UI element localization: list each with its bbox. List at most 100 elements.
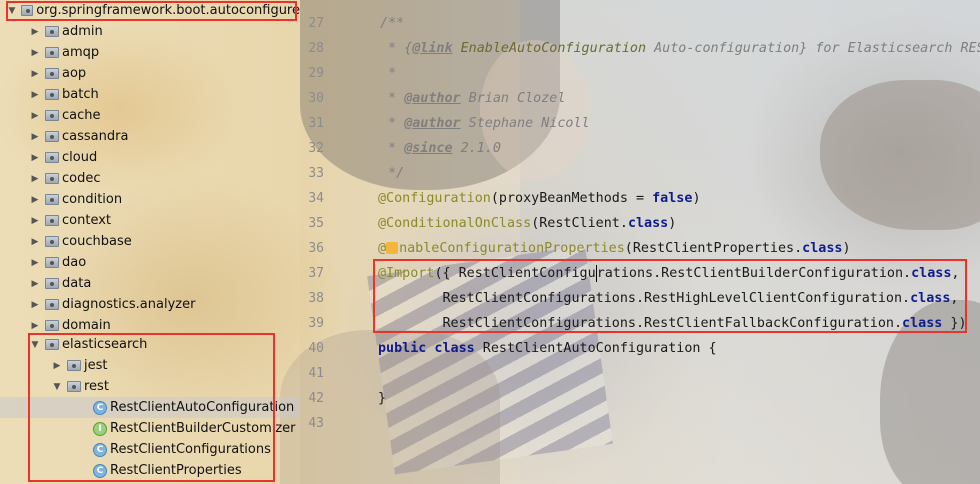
code-editor[interactable]: 27 28 29 30 31 32 33 34 35 36 37 38 39 40 41 42 43 /** *… [300,0,980,484]
interface-icon: I [93,421,107,436]
tree-package-item[interactable]: ▶ codec [0,168,300,189]
code-line: } [378,391,387,406]
tree-item-label: cache [62,108,101,123]
line-number: 33 [308,166,324,181]
chevron-right-icon[interactable]: ▶ [29,110,41,122]
package-icon [21,5,34,16]
package-icon [45,278,59,289]
tree-package-item[interactable]: ▶ condition [0,189,300,210]
tree-package-item[interactable]: ▶ dao [0,252,300,273]
tree-class-item[interactable]: I RestClientBuilderCustomizer [0,418,300,439]
line-number: 31 [308,116,324,131]
tree-item-label: data [62,276,92,291]
tree-item-label: rest [84,379,109,394]
chevron-right-icon[interactable]: ▶ [29,173,41,185]
tree-item-label: RestClientProperties [110,463,242,478]
tree-item-label: org.springframework.boot.autoconfigure [36,3,300,18]
code-line: * {@link EnableAutoConfiguration Auto-co… [380,41,980,56]
line-number: 38 [308,291,324,306]
tree-package-elasticsearch[interactable]: ▼ elasticsearch [0,334,300,355]
code-line: * @since 2.1.0 [380,141,501,156]
tree-item-label: batch [62,87,99,102]
chevron-right-icon[interactable]: ▶ [29,152,41,164]
chevron-right-icon[interactable]: ▶ [29,26,41,38]
line-number: 41 [308,366,324,381]
tree-package-item[interactable]: ▶ diagnostics.analyzer [0,294,300,315]
tree-item-label: RestClientConfigurations [110,442,271,457]
line-number: 32 [308,141,324,156]
package-icon [67,360,81,371]
tree-package-item[interactable]: ▶ cloud [0,147,300,168]
chevron-down-icon[interactable]: ▼ [7,5,17,17]
line-number: 40 [308,341,324,356]
code-line: /** [380,16,405,31]
package-icon [45,110,59,121]
tree-item-label: condition [62,192,123,207]
tree-item-label: jest [84,358,108,373]
tree-package-item[interactable]: ▶ couchbase [0,231,300,252]
chevron-right-icon[interactable]: ▶ [29,131,41,143]
tree-class-item[interactable]: C RestClientAutoConfiguration [0,397,300,418]
chevron-right-icon[interactable]: ▶ [51,360,63,372]
line-number: 37 [308,266,324,281]
chevron-down-icon[interactable]: ▼ [51,381,63,393]
tree-item-label: context [62,213,111,228]
tree-package-item[interactable]: ▶ cassandra [0,126,300,147]
line-number: 28 [308,41,324,56]
tree-item-label: codec [62,171,101,186]
chevron-right-icon[interactable]: ▶ [29,194,41,206]
bulb-icon[interactable] [386,242,399,254]
package-icon [45,320,59,331]
tree-item-label: amqp [62,45,100,60]
tree-package-item[interactable]: ▶ aop [0,63,300,84]
tree-package-item[interactable]: ▶ batch [0,84,300,105]
line-number: 42 [308,391,324,406]
project-tree: ▼ org.springframework.boot.autoconfigure… [0,0,300,484]
chevron-right-icon[interactable]: ▶ [29,236,41,248]
code-line: * @author Stephane Nicoll [380,116,590,131]
tree-class-item[interactable]: C RestClientProperties [0,460,300,481]
chevron-right-icon[interactable]: ▶ [29,68,41,80]
tree-package-item[interactable]: ▶ admin [0,21,300,42]
line-number: 36 [308,241,324,256]
package-icon [45,47,59,58]
tree-package-item[interactable]: ▶ data [0,273,300,294]
package-icon [45,215,59,226]
package-icon [67,381,81,392]
chevron-right-icon[interactable]: ▶ [29,215,41,227]
package-icon [45,173,59,184]
chevron-right-icon[interactable]: ▶ [29,299,41,311]
tree-package-item[interactable]: ▶ context [0,210,300,231]
chevron-right-icon[interactable]: ▶ [29,47,41,59]
chevron-right-icon[interactable]: ▶ [29,89,41,101]
tree-root-package[interactable]: ▼ org.springframework.boot.autoconfigure [0,0,300,21]
code-line: */ [380,166,405,181]
code-line: @Configuration(proxyBeanMethods = false) [378,191,701,206]
class-icon: C [93,442,107,457]
chevron-right-icon[interactable]: ▶ [29,320,41,332]
code-line: * @author Brian Clozel [380,91,566,106]
tree-item-label: dao [62,255,87,270]
chevron-right-icon[interactable]: ▶ [29,257,41,269]
line-number: 27 [308,16,324,31]
tree-package-item[interactable]: ▶ domain [0,315,300,336]
tree-item-label: cloud [62,150,98,165]
code-line: public class RestClientAutoConfiguration… [378,341,717,356]
package-icon [45,339,59,350]
package-icon [45,299,59,310]
line-number: 35 [308,216,324,231]
code-line: @ nableConfigurationProperties(RestClient… [378,241,851,256]
tree-package-jest[interactable]: ▶ jest [0,355,300,376]
tree-class-item[interactable]: C RestClientConfigurations [0,439,300,460]
chevron-right-icon[interactable]: ▶ [29,278,41,290]
chevron-down-icon[interactable]: ▼ [29,339,41,351]
tree-package-item[interactable]: ▶ cache [0,105,300,126]
tree-package-rest[interactable]: ▼ rest [0,376,300,397]
package-icon [45,68,59,79]
line-number: 29 [308,66,324,81]
line-number: 34 [308,191,324,206]
package-icon [45,236,59,247]
tree-package-item[interactable]: ▶ amqp [0,42,300,63]
line-number: 43 [308,416,324,431]
tree-item-label: elasticsearch [62,337,148,352]
